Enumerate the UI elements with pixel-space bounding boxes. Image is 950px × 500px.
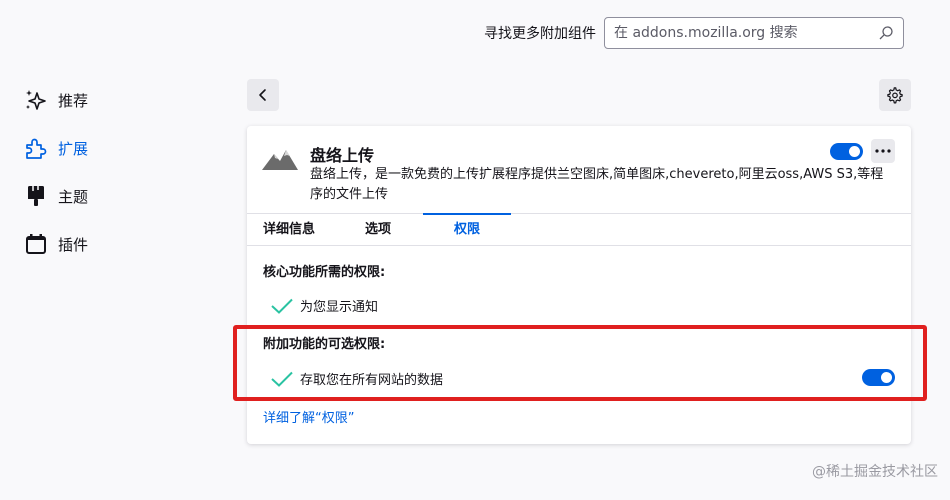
sidebar-item-label: 推荐 <box>58 91 89 110</box>
find-more-label: 寻找更多附加组件 <box>484 26 596 42</box>
tab-permissions[interactable]: 权限 <box>423 213 511 246</box>
tab-details[interactable]: 详细信息 <box>263 214 315 246</box>
mountain-icon <box>262 150 298 170</box>
addon-tabs: 详细信息 选项 权限 <box>247 213 911 246</box>
paintbrush-icon <box>24 184 48 208</box>
puzzle-icon <box>24 136 48 160</box>
addon-enable-toggle[interactable] <box>830 143 863 160</box>
plugin-icon <box>24 232 48 256</box>
sidebar-item-themes[interactable]: 主题 <box>24 172 204 220</box>
tab-options[interactable]: 选项 <box>365 214 391 246</box>
checkmark-icon <box>271 298 293 314</box>
sparkles-icon <box>24 88 48 112</box>
required-permissions-title: 核心功能所需的权限: <box>263 265 386 280</box>
sidebar-item-recommendations[interactable]: 推荐 <box>24 76 204 124</box>
addon-search-bar: 寻找更多附加组件 <box>484 17 904 49</box>
sidebar-item-label: 插件 <box>58 235 89 254</box>
more-horizontal-icon <box>875 149 891 153</box>
learn-more-link[interactable]: 详细了解“权限” <box>263 407 354 426</box>
annotation-highlight-box <box>233 325 927 401</box>
addon-description: 盘络上传，是一款免费的上传扩展程序提供兰空图床,简单图床,chevereto,阿… <box>310 167 884 202</box>
permission-label: 为您显示通知 <box>300 300 379 315</box>
addon-card-header: 盘络上传 盘络上传，是一款免费的上传扩展程序提供兰空图床,简单图床,chever… <box>247 126 911 213</box>
settings-button[interactable] <box>879 79 911 111</box>
search-icon[interactable] <box>878 25 894 41</box>
sidebar-item-label: 主题 <box>58 187 89 206</box>
search-input[interactable] <box>614 25 878 41</box>
sidebar-item-plugins[interactable]: 插件 <box>24 220 204 268</box>
addon-name: 盘络上传 <box>310 146 375 165</box>
sidebar-item-label: 扩展 <box>58 139 89 158</box>
watermark: @稀土掘金技术社区 <box>812 464 938 480</box>
sidebar-item-extensions[interactable]: 扩展 <box>24 124 204 172</box>
chevron-left-icon <box>259 89 266 101</box>
gear-icon <box>887 87 903 104</box>
categories-sidebar: 推荐 扩展 主题 插件 <box>24 76 204 268</box>
permission-row: 为您显示通知 <box>271 296 378 315</box>
back-button[interactable] <box>247 79 279 111</box>
more-options-button[interactable] <box>871 139 895 163</box>
search-box[interactable] <box>604 17 904 49</box>
